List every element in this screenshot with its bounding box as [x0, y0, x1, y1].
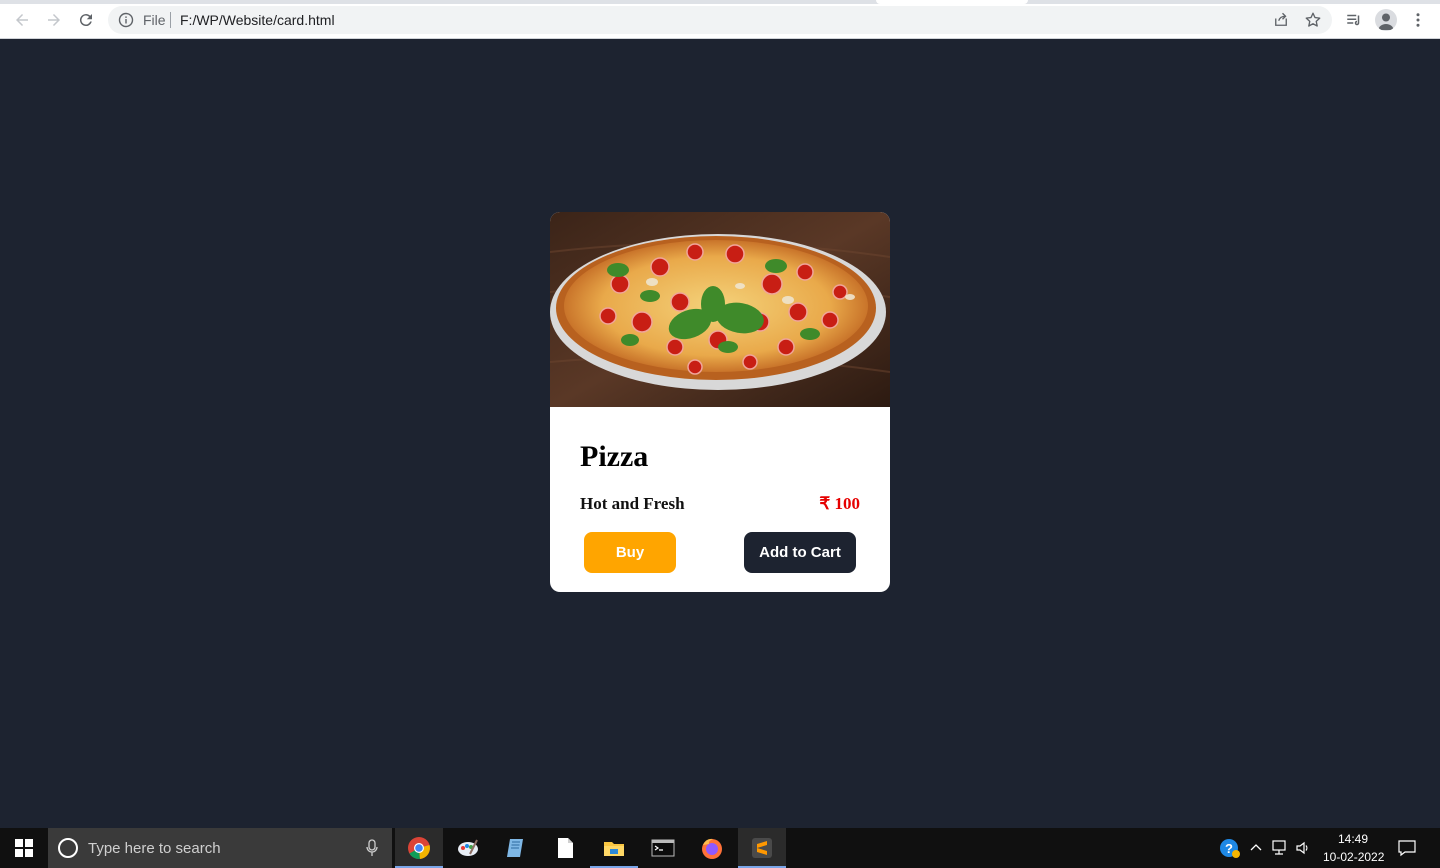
document-icon: [558, 838, 573, 858]
back-button[interactable]: [10, 8, 34, 32]
buy-button[interactable]: Buy: [584, 532, 676, 573]
taskbar-firefox[interactable]: [688, 828, 736, 868]
taskbar-terminal[interactable]: [639, 828, 687, 868]
reload-icon: [79, 14, 92, 27]
browser-toolbar: File F:/WP/Website/card.html: [0, 0, 1440, 39]
firefox-icon: [702, 838, 722, 859]
taskbar-notepad[interactable]: [492, 828, 540, 868]
notepad-icon: [507, 839, 523, 857]
menu-icon: [1416, 13, 1420, 27]
taskbar-chrome[interactable]: [395, 828, 443, 868]
svg-text:?: ?: [1225, 841, 1233, 856]
chevron-up-icon[interactable]: [1250, 842, 1262, 854]
search-placeholder[interactable]: Type here to search: [88, 840, 221, 857]
notification-icon[interactable]: [1398, 839, 1416, 857]
reading-list-icon: [1347, 14, 1360, 26]
url-text[interactable]: F:/WP/Website/card.html: [180, 12, 335, 28]
network-icon[interactable]: [1272, 840, 1290, 856]
paint-icon: [458, 839, 478, 856]
windows-taskbar: Type here to search ? 14:49 10-02-2022: [0, 828, 1440, 868]
cortana-icon: [58, 838, 78, 858]
clock-date[interactable]: 10-02-2022: [1323, 850, 1384, 864]
forward-button[interactable]: [42, 8, 66, 32]
start-button[interactable]: [0, 828, 48, 868]
profile-button[interactable]: [1375, 9, 1397, 31]
taskbar-file-explorer[interactable]: [590, 828, 638, 868]
pizza-image: [550, 212, 890, 407]
clock-time[interactable]: 14:49: [1338, 832, 1368, 846]
add-to-cart-button[interactable]: Add to Cart: [744, 532, 856, 573]
product-card: Pizza Hot and Fresh ₹ 100 Buy Add to Car…: [550, 212, 890, 592]
share-icon[interactable]: [1272, 11, 1290, 29]
product-price: ₹ 100: [819, 494, 860, 513]
reload-button[interactable]: [74, 8, 98, 32]
menu-button[interactable]: [1407, 9, 1429, 31]
tab-strip: [0, 0, 1440, 4]
address-bar[interactable]: File F:/WP/Website/card.html: [108, 6, 1332, 34]
taskbar-paint[interactable]: [444, 828, 492, 868]
sublime-icon: [752, 838, 772, 858]
product-title: Pizza: [580, 440, 649, 473]
mic-icon[interactable]: [366, 839, 378, 857]
terminal-icon: [651, 839, 675, 857]
volume-icon[interactable]: [1295, 840, 1311, 856]
profile-icon: [1375, 9, 1397, 31]
file-explorer-icon: [604, 842, 624, 856]
back-icon: [16, 14, 28, 26]
taskbar-search[interactable]: Type here to search: [48, 828, 392, 868]
taskbar-document[interactable]: [541, 828, 589, 868]
site-info-label[interactable]: File: [143, 12, 166, 28]
info-icon[interactable]: [118, 12, 134, 28]
star-icon[interactable]: [1304, 11, 1322, 29]
taskbar-sublime[interactable]: [738, 828, 786, 868]
help-icon[interactable]: ?: [1219, 838, 1241, 860]
windows-start-icon: [15, 839, 33, 857]
chrome-icon: [408, 837, 430, 860]
omnibox-divider: [170, 12, 171, 28]
product-subtitle: Hot and Fresh: [580, 494, 685, 513]
forward-icon: [48, 14, 60, 26]
reading-list-button[interactable]: [1343, 9, 1365, 31]
